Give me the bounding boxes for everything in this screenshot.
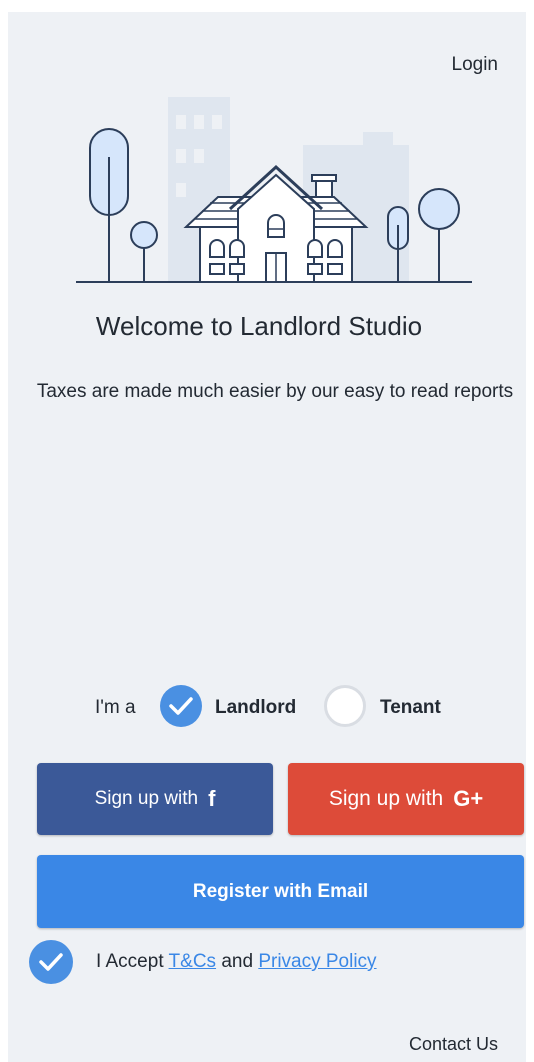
facebook-signup-label: Sign up with — [94, 788, 199, 809]
accept-terms-text: I Accept T&Cs and Privacy Policy — [96, 951, 377, 973]
tenant-option-label[interactable]: Tenant — [380, 697, 441, 719]
landlord-option-label[interactable]: Landlord — [215, 697, 296, 719]
google-plus-icon: G+ — [453, 786, 484, 811]
facebook-signup-button[interactable]: Sign up with f — [37, 763, 273, 835]
accept-terms-checkbox[interactable] — [29, 940, 73, 984]
login-link[interactable]: Login — [452, 54, 499, 76]
role-prefix-label: I'm a — [95, 697, 136, 718]
welcome-subtitle: Taxes are made much easier by our easy t… — [36, 381, 514, 402]
privacy-policy-link[interactable]: Privacy Policy — [258, 951, 376, 972]
google-signup-button[interactable]: Sign up with G+ — [288, 763, 524, 835]
checkmark-icon — [39, 953, 63, 971]
house-illustration — [76, 97, 472, 283]
facebook-icon: f — [208, 786, 216, 811]
checkmark-icon — [169, 697, 193, 715]
tenant-radio[interactable] — [324, 685, 366, 727]
accept-prefix: I Accept — [96, 951, 164, 972]
role-selector: I'm a Landlord Tenant — [0, 685, 534, 731]
page-title: Welcome to Landlord Studio — [95, 311, 423, 341]
tcs-link[interactable]: T&Cs — [169, 951, 217, 972]
contact-us-link[interactable]: Contact Us — [409, 1034, 498, 1055]
landlord-radio[interactable] — [160, 685, 202, 727]
google-signup-label: Sign up with — [328, 787, 444, 810]
welcome-screen: Login Taxes are made much easier by our … — [8, 12, 526, 1062]
terms-acceptance: I Accept T&Cs and Privacy Policy — [0, 940, 534, 986]
accept-joiner: and — [221, 951, 254, 972]
register-email-button[interactable]: Register with Email — [37, 855, 524, 928]
